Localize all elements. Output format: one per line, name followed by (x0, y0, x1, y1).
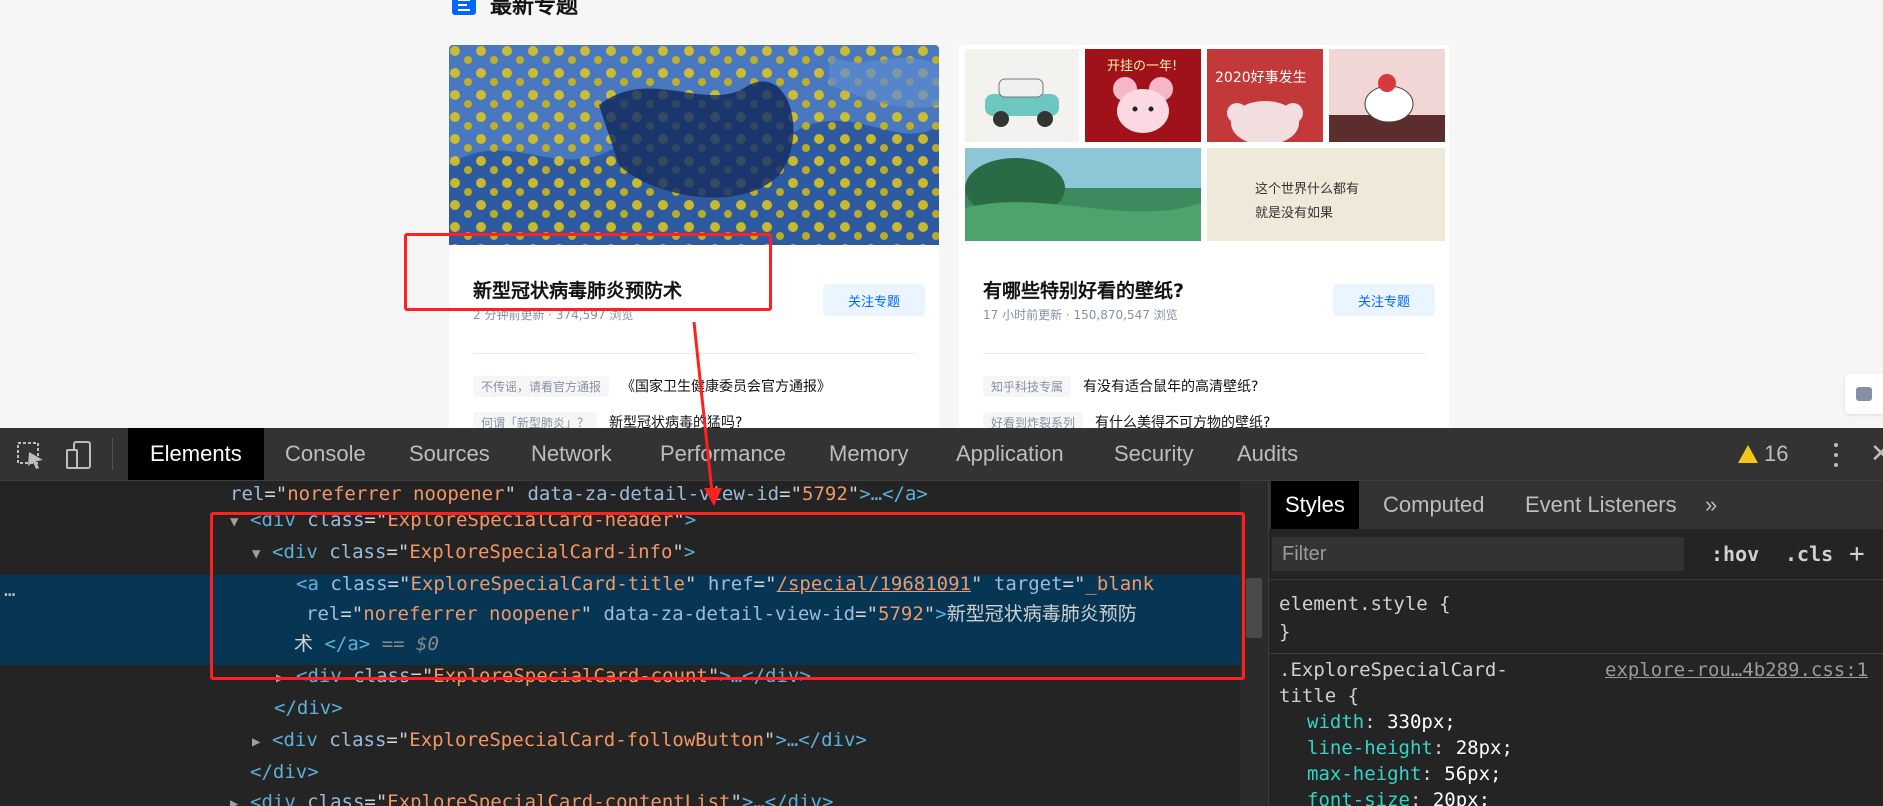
row-tag: 好看到炸裂系列 (983, 411, 1084, 428)
collage-caption: 2020好事发生 (1215, 70, 1307, 86)
section-header: 最新专题 (452, 0, 578, 20)
dom-line-selected[interactable]: <a class="ExploreSpecialCard-title" href… (296, 569, 1154, 599)
tab-audits[interactable]: Audits (1237, 428, 1298, 480)
hov-toggle[interactable]: :hov (1711, 537, 1759, 571)
dom-line[interactable]: </div> (274, 693, 343, 723)
warning-count: 16 (1764, 441, 1789, 466)
tab-elements[interactable]: Elements (128, 428, 264, 480)
handwriting-image: 这个世界什么都有 就是没有如果 (1207, 148, 1445, 241)
filter-row: :hov .cls + (1269, 529, 1883, 580)
card-title[interactable]: 有哪些特别好看的壁纸? (983, 277, 1283, 305)
styles-pane: Styles Computed Event Listeners » :hov .… (1268, 481, 1883, 806)
row-text[interactable]: 《国家卫生健康委员会官方通报》 (621, 376, 831, 396)
collapse-triangle-icon: ▼ (252, 546, 261, 562)
row-text[interactable]: 新型冠状病毒的猛吗? (609, 412, 742, 428)
follow-topic-button[interactable]: 关注专题 (1333, 284, 1435, 316)
more-tabs-icon[interactable]: » (1705, 481, 1717, 529)
list-item[interactable]: 知乎科技专属 有没有适合鼠年的高清壁纸? (983, 374, 1258, 398)
filter-input[interactable] (1272, 537, 1684, 571)
rule-divider (1269, 653, 1883, 654)
row-tag: 知乎科技专属 (983, 375, 1072, 397)
warnings-counter[interactable]: 16 (1738, 428, 1788, 480)
tab-console[interactable]: Console (285, 428, 366, 480)
styles-tabbar: Styles Computed Event Listeners » (1269, 481, 1883, 529)
panel-divider[interactable] (1240, 481, 1268, 806)
scrollbar-thumb[interactable] (1246, 578, 1262, 638)
card-info: 有哪些特别好看的壁纸? 17 小时前更新 · 150,870,547 浏览 (983, 277, 1283, 323)
warning-icon (1738, 445, 1758, 463)
dom-line-selected[interactable]: 术 </a> == $0 (294, 629, 439, 659)
follow-topic-button[interactable]: 关注专题 (823, 284, 925, 316)
car-image (965, 49, 1079, 142)
dom-line[interactable]: ▶ <div class="ExploreSpecialCard-contentL… (230, 787, 833, 806)
href-link[interactable]: /special/19681091 (777, 573, 971, 595)
bunny-image (1329, 49, 1445, 142)
handwriting-line: 就是没有如果 (1255, 206, 1334, 221)
dom-line-selected[interactable]: rel="noreferrer noopener" data-za-detail… (306, 599, 1137, 629)
cls-toggle[interactable]: .cls (1785, 537, 1833, 571)
dom-line[interactable]: ▼ <div class="ExploreSpecialCard-header"> (230, 505, 696, 535)
card-title[interactable]: 新型冠状病毒肺炎预防术 (473, 277, 773, 305)
landscape-image (965, 148, 1201, 241)
wallpaper-collage[interactable]: 开挂の一年! 2020好事发生 这个世界什么都有 就是没有如果 (959, 45, 1449, 245)
dom-line[interactable]: ▼ <div class="ExploreSpecialCard-info"> (252, 537, 695, 567)
document-icon (452, 0, 476, 15)
devtools-panel: Elements Console Sources Network Perform… (0, 428, 1883, 806)
tab-sources[interactable]: Sources (409, 428, 490, 480)
inspect-element-icon[interactable] (16, 440, 46, 470)
devtools-tabbar: Elements Console Sources Network Perform… (0, 428, 1883, 481)
toolbar-separator (112, 438, 113, 470)
row-text[interactable]: 有没有适合鼠年的高清壁纸? (1083, 376, 1258, 396)
list-item[interactable]: 何谓「新型肺炎」？ 新型冠状病毒的猛吗? (473, 410, 742, 428)
collage-caption: 开挂の一年! (1107, 59, 1178, 74)
element-style-rule[interactable]: element.style { (1279, 589, 1451, 619)
mouse-image: 开挂の一年! (1085, 49, 1201, 142)
collapse-triangle-icon: ▼ (230, 514, 239, 530)
webpage-area: 最新专题 新型冠状病毒肺炎预防术 2 分钟前更新 · 374,597 浏览 关注… (0, 0, 1883, 428)
list-item[interactable]: 好看到炸裂系列 有什么美得不可方物的壁纸? (983, 410, 1270, 428)
node-ellipsis[interactable]: … (4, 575, 15, 605)
tab-performance[interactable]: Performance (660, 428, 786, 480)
device-toolbar-icon[interactable] (64, 440, 94, 470)
expand-triangle-icon: ▶ (252, 734, 261, 750)
css-property[interactable]: font-size: 20px; (1307, 785, 1490, 806)
divider (983, 353, 1425, 354)
special-card-2[interactable]: 开挂の一年! 2020好事发生 这个世界什么都有 就是没有如果 有哪些特别好看的… (959, 45, 1449, 428)
handwriting-line: 这个世界什么都有 (1255, 182, 1360, 197)
card-info: 新型冠状病毒肺炎预防术 2 分钟前更新 · 374,597 浏览 (473, 277, 773, 323)
dom-line[interactable]: ▶ <div class="ExploreSpecialCard-followBu… (252, 725, 867, 755)
card-count: 17 小时前更新 · 150,870,547 浏览 (983, 308, 1178, 322)
stylesheet-source-link[interactable]: explore-rou…4b289.css:1 (1605, 655, 1868, 685)
close-icon[interactable]: ✕ (1870, 428, 1883, 480)
virus-cover-image[interactable] (449, 45, 939, 245)
elements-tree: … rel="noreferrer noopener" data-za-deta… (0, 481, 1240, 806)
special-card-1[interactable]: 新型冠状病毒肺炎预防术 2 分钟前更新 · 374,597 浏览 关注专题 不传… (449, 45, 939, 428)
collage-handwriting: 这个世界什么都有 就是没有如果 (1255, 178, 1359, 226)
list-item[interactable]: 不传谣，请看官方通报 《国家卫生健康委员会官方通报》 (473, 374, 831, 398)
tab-styles[interactable]: Styles (1271, 481, 1359, 529)
add-rule-icon[interactable]: + (1849, 537, 1865, 571)
expand-triangle-icon: ▶ (230, 796, 239, 806)
row-text[interactable]: 有什么美得不可方物的壁纸? (1095, 412, 1270, 428)
tab-application[interactable]: Application (956, 428, 1064, 480)
card-count: 2 分钟前更新 · 374,597 浏览 (473, 308, 634, 322)
tab-security[interactable]: Security (1114, 428, 1193, 480)
section-title: 最新专题 (490, 0, 579, 19)
tab-event-listeners[interactable]: Event Listeners (1525, 481, 1677, 529)
tab-computed[interactable]: Computed (1383, 481, 1485, 529)
more-options-icon[interactable] (1828, 440, 1844, 470)
mouse-2020-image: 2020好事发生 (1207, 49, 1323, 142)
row-tag: 何谓「新型肺炎」？ (473, 411, 598, 428)
row-tag: 不传谣，请看官方通报 (473, 375, 610, 397)
dom-line[interactable]: ▶ <div class="ExploreSpecialCard-count">…… (276, 661, 811, 691)
rule-close: } (1279, 621, 1291, 643)
expand-triangle-icon: ▶ (276, 670, 285, 686)
side-action-button[interactable] (1845, 374, 1883, 414)
tab-memory[interactable]: Memory (829, 428, 908, 480)
message-icon (1856, 387, 1872, 401)
divider (473, 353, 915, 354)
dom-line[interactable]: </div> (250, 757, 319, 787)
tab-network[interactable]: Network (531, 428, 612, 480)
